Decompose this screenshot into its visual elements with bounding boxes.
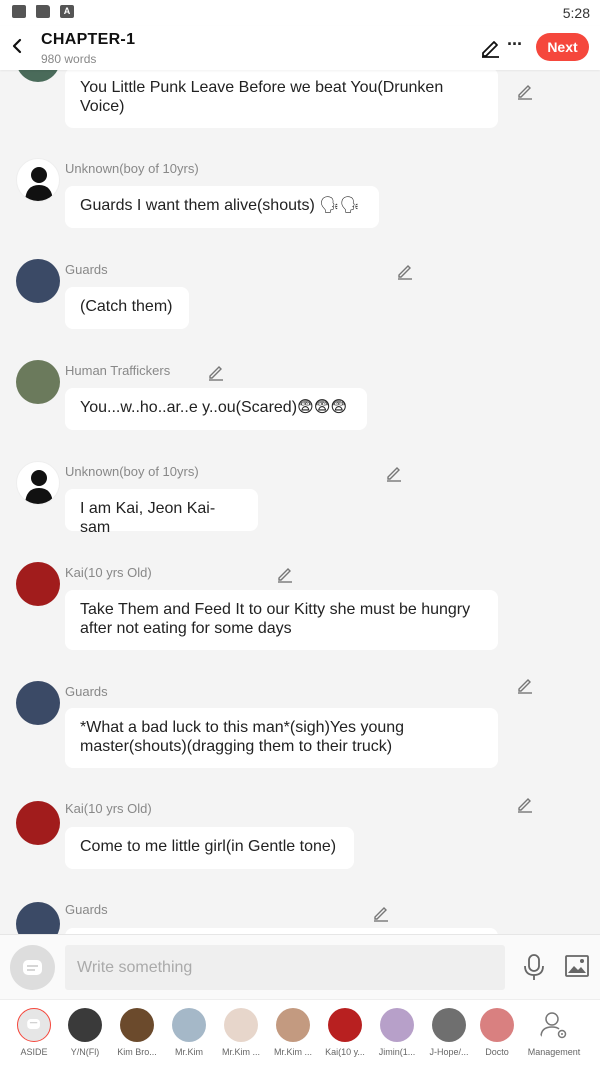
message-bubble[interactable]: Take Them and Feed It to our Kitty she m… xyxy=(65,590,498,650)
message-bubble[interactable]: (Catch them) xyxy=(65,287,189,329)
edit-message-icon[interactable] xyxy=(516,676,534,694)
management-button[interactable]: Management xyxy=(523,1008,585,1057)
character-label: Management xyxy=(527,1047,581,1057)
app-notification-icon: A xyxy=(60,5,74,18)
character-label: Jimin(1... xyxy=(378,1047,416,1057)
speaker-name: Human Traffickers xyxy=(65,363,171,378)
edit-message-icon[interactable] xyxy=(385,464,403,482)
character-label: Kim Bro... xyxy=(117,1047,157,1057)
edit-title-icon[interactable] xyxy=(479,36,501,58)
speaker-name: Kai(10 yrs Old) xyxy=(65,801,152,816)
top-app-bar: CHAPTER-1 980 words ··· Next xyxy=(0,26,600,70)
character-avatar xyxy=(276,1008,310,1042)
message-bubble[interactable]: You...w..ho..ar..e y..ou(Scared)😨😨😨 xyxy=(65,388,367,430)
character-label: Mr.Kim ... xyxy=(274,1047,312,1057)
edit-message-icon[interactable] xyxy=(396,262,414,280)
character-label: ASIDE xyxy=(20,1047,48,1057)
character-label: Mr.Kim xyxy=(175,1047,203,1057)
message-composer: Write something xyxy=(0,934,600,999)
message-input[interactable]: Write something xyxy=(65,945,505,990)
character-avatar xyxy=(224,1008,258,1042)
aside-toggle-button[interactable] xyxy=(10,945,55,990)
speaker-name: Unknown(boy of 10yrs) xyxy=(65,464,199,479)
chapter-title: CHAPTER-1 xyxy=(41,31,136,48)
message-bubble[interactable]: You Little Punk Leave Before we beat You… xyxy=(65,70,498,128)
edit-message-icon[interactable] xyxy=(372,904,390,922)
character-item[interactable]: Kim Bro... xyxy=(112,1008,162,1057)
speaker-name: Kai(10 yrs Old) xyxy=(65,565,152,580)
edit-message-icon[interactable] xyxy=(516,82,534,100)
character-avatar xyxy=(120,1008,154,1042)
message-bubble[interactable]: Guards I want them alive(shouts) 🗣🗣 xyxy=(65,186,379,228)
character-label: Docto xyxy=(485,1047,509,1057)
microphone-icon[interactable] xyxy=(523,953,545,981)
character-avatar xyxy=(432,1008,466,1042)
avatar xyxy=(16,562,60,606)
character-avatar xyxy=(68,1008,102,1042)
character-item[interactable]: Kai(10 y... xyxy=(320,1008,370,1057)
character-item[interactable]: Y/N(Fl) xyxy=(60,1008,110,1057)
character-avatar xyxy=(380,1008,414,1042)
character-avatar xyxy=(172,1008,206,1042)
avatar xyxy=(16,259,60,303)
avatar xyxy=(16,158,60,202)
character-aside[interactable]: ASIDE xyxy=(9,1008,59,1057)
speaker-name: Guards xyxy=(65,684,108,699)
edit-message-icon[interactable] xyxy=(207,363,225,381)
edit-message-icon[interactable] xyxy=(516,795,534,813)
speaker-name: Unknown(boy of 10yrs) xyxy=(65,161,199,176)
chat-list[interactable]: You Little Punk Leave Before we beat You… xyxy=(0,70,600,934)
image-notification-icon xyxy=(12,5,26,18)
character-item[interactable]: Jimin(1... xyxy=(372,1008,422,1057)
edit-message-icon[interactable] xyxy=(276,565,294,583)
character-item[interactable]: J-Hope/... xyxy=(424,1008,474,1057)
character-label: Kai(10 y... xyxy=(325,1047,365,1057)
message-bubble[interactable]: I am Kai, Jeon Kai-sam xyxy=(65,489,258,536)
character-item[interactable]: Docto xyxy=(472,1008,522,1057)
speaker-name: Guards xyxy=(65,262,108,277)
next-button[interactable]: Next xyxy=(536,33,589,61)
avatar xyxy=(16,801,60,845)
manage-characters-icon xyxy=(537,1008,571,1042)
avatar xyxy=(16,902,60,934)
chat-bubble-icon xyxy=(23,960,42,975)
back-arrow-icon[interactable] xyxy=(8,34,28,58)
aside-avatar xyxy=(17,1008,51,1042)
status-bar: A 5:28 xyxy=(0,0,600,26)
avatar xyxy=(16,461,60,505)
message-bubble[interactable]: *What a bad luck to this man*(sigh)Yes y… xyxy=(65,708,498,768)
avatar xyxy=(16,70,60,82)
notification-icons: A xyxy=(12,5,74,18)
character-label: Mr.Kim ... xyxy=(222,1047,260,1057)
avatar xyxy=(16,681,60,725)
clock: 5:28 xyxy=(562,5,590,21)
message-bubble[interactable]: Come to me little girl(in Gentle tone) xyxy=(65,827,354,869)
character-item[interactable]: Mr.Kim xyxy=(164,1008,214,1057)
image-upload-icon[interactable] xyxy=(565,955,589,977)
speaker-name: Guards xyxy=(65,902,108,917)
avatar xyxy=(16,360,60,404)
character-label: J-Hope/... xyxy=(429,1047,469,1057)
word-count: 980 words xyxy=(41,52,97,66)
character-bar: ASIDE Y/N(Fl) Kim Bro... Mr.Kim Mr.Kim .… xyxy=(0,999,600,1067)
folder-notification-icon xyxy=(36,5,50,18)
more-options-icon[interactable]: ··· xyxy=(507,34,523,55)
chat-bubble-icon xyxy=(26,1019,40,1030)
character-avatar xyxy=(328,1008,362,1042)
character-avatar xyxy=(480,1008,514,1042)
character-label: Y/N(Fl) xyxy=(70,1047,100,1057)
character-item[interactable]: Mr.Kim ... xyxy=(268,1008,318,1057)
character-item[interactable]: Mr.Kim ... xyxy=(216,1008,266,1057)
